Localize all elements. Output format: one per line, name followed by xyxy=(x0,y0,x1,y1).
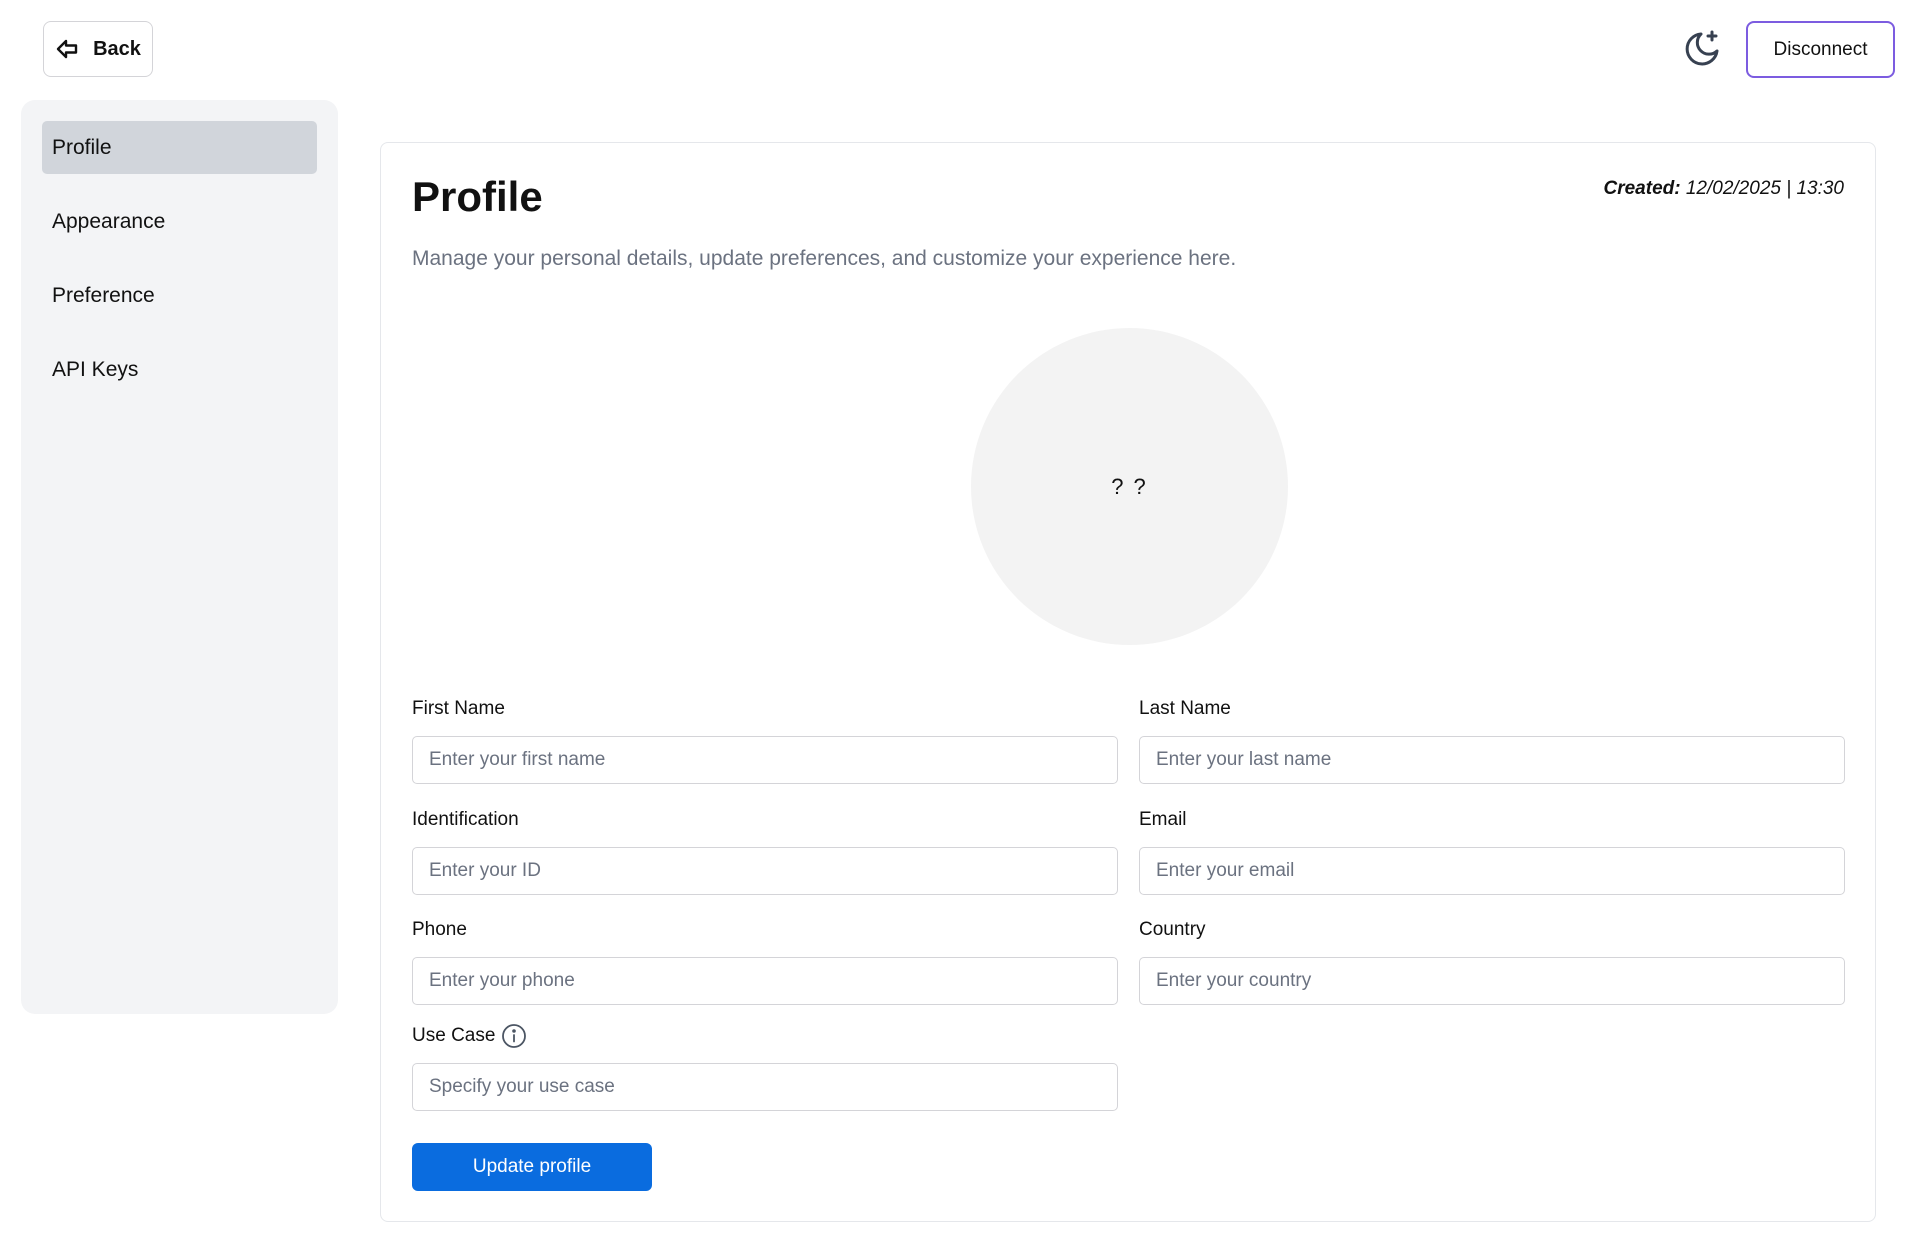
moon-star-icon xyxy=(1682,29,1722,69)
theme-toggle-button[interactable] xyxy=(1682,29,1722,69)
avatar[interactable]: ? ? xyxy=(971,328,1288,645)
sidebar-item-appearance[interactable]: Appearance xyxy=(42,195,317,248)
update-profile-button[interactable]: Update profile xyxy=(412,1143,652,1191)
sidebar-item-api-keys[interactable]: API Keys xyxy=(42,343,317,396)
use-case-label: Use Case xyxy=(412,1025,496,1046)
page-description: Manage your personal details, update pre… xyxy=(412,247,1237,270)
sidebar-item-label: Appearance xyxy=(52,209,166,233)
back-button[interactable]: Back xyxy=(43,21,153,77)
info-icon[interactable] xyxy=(501,1023,527,1049)
created-label: Created: xyxy=(1603,178,1681,199)
created-timestamp: Created: 12/02/2025 | 13:30 xyxy=(1604,178,1845,200)
profile-card: Profile Created: 12/02/2025 | 13:30 Mana… xyxy=(380,142,1876,1222)
back-label: Back xyxy=(93,37,141,60)
arrow-left-icon xyxy=(55,37,79,61)
avatar-initials: ? ? xyxy=(1111,473,1148,499)
country-label: Country xyxy=(1139,919,1206,940)
settings-sidebar: Profile Appearance Preference API Keys xyxy=(21,100,338,1014)
use-case-label-row: Use Case xyxy=(412,1023,527,1049)
sidebar-item-label: Profile xyxy=(52,135,112,159)
identification-input[interactable] xyxy=(412,847,1118,895)
disconnect-button[interactable]: Disconnect xyxy=(1746,21,1895,78)
created-value: 12/02/2025 | 13:30 xyxy=(1685,178,1844,199)
update-profile-label: Update profile xyxy=(472,1156,592,1177)
email-label: Email xyxy=(1139,809,1187,830)
country-input[interactable] xyxy=(1139,957,1845,1005)
last-name-input[interactable] xyxy=(1139,736,1845,784)
sidebar-item-preference[interactable]: Preference xyxy=(42,269,317,322)
sidebar-item-label: Preference xyxy=(52,283,155,307)
email-input[interactable] xyxy=(1139,847,1845,895)
disconnect-label: Disconnect xyxy=(1773,38,1868,60)
identification-label: Identification xyxy=(412,809,519,830)
phone-input[interactable] xyxy=(412,957,1118,1005)
first-name-input[interactable] xyxy=(412,736,1118,784)
last-name-label: Last Name xyxy=(1139,698,1231,719)
phone-label: Phone xyxy=(412,919,467,940)
page-title: Profile xyxy=(412,173,543,220)
first-name-label: First Name xyxy=(412,698,505,719)
sidebar-item-profile[interactable]: Profile xyxy=(42,121,317,174)
use-case-input[interactable] xyxy=(412,1063,1118,1111)
sidebar-item-label: API Keys xyxy=(52,357,139,381)
